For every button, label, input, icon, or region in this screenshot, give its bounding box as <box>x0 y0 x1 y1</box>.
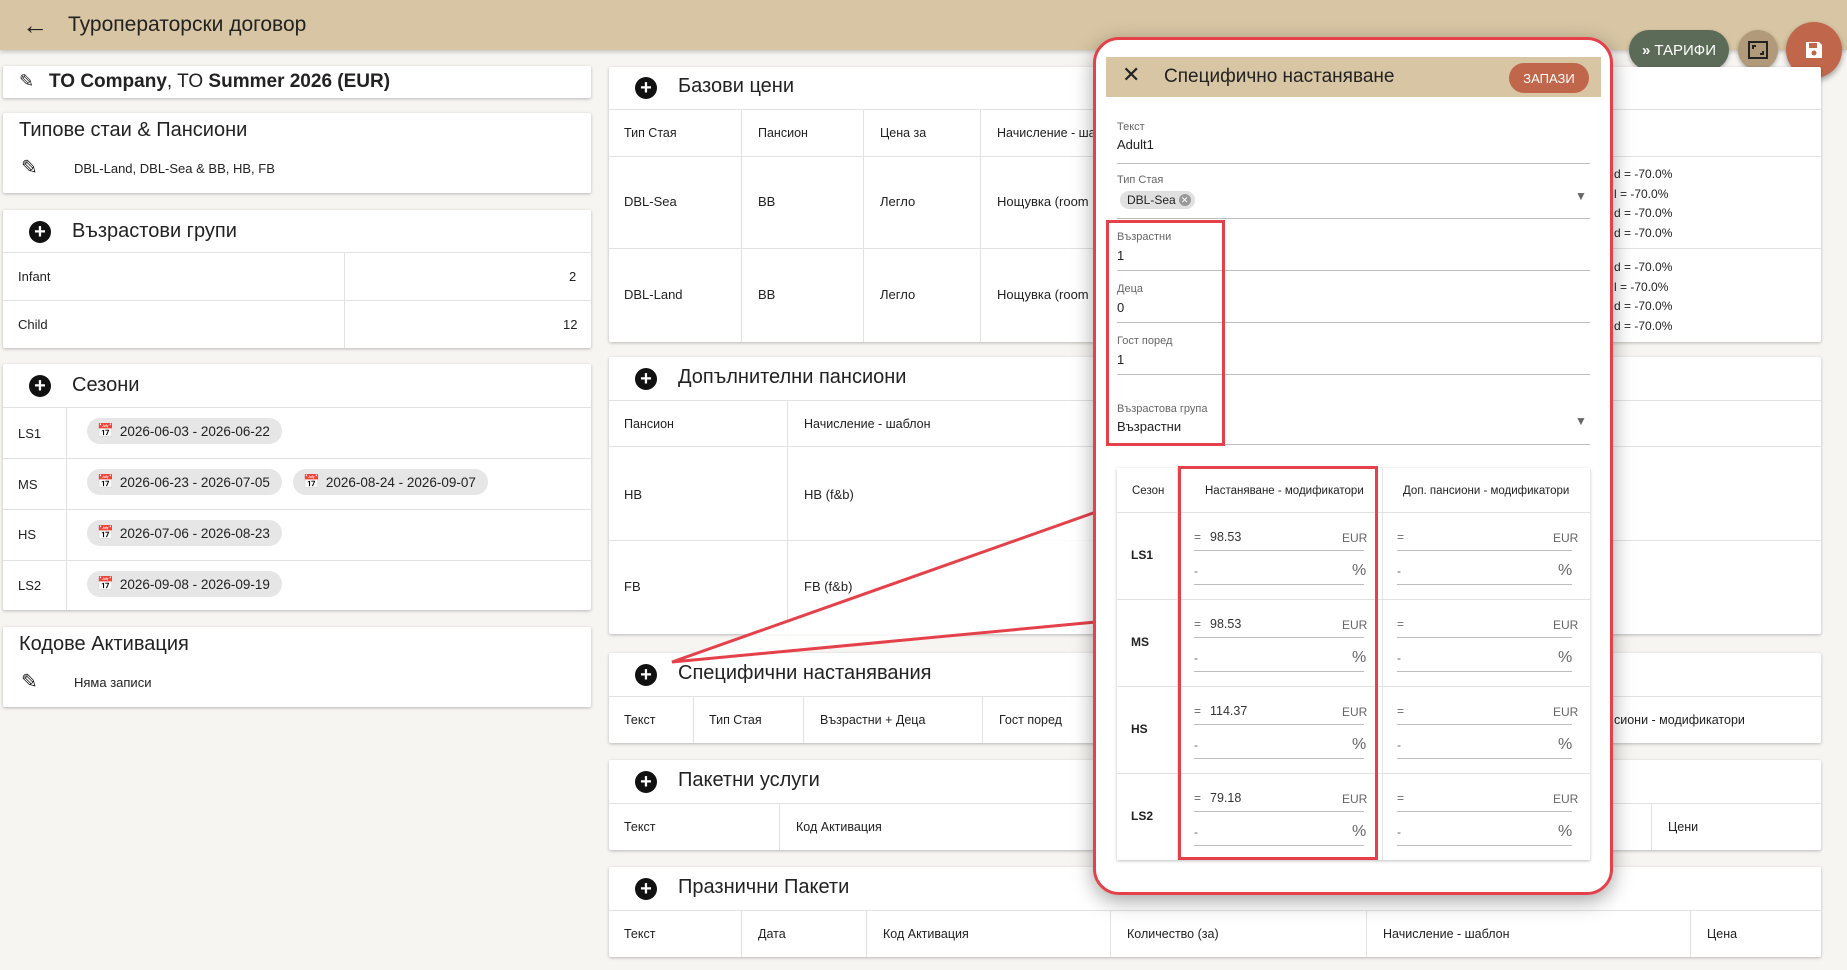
dialog-header: ✕ Специфично настаняване ЗАПАЗИ <box>1106 57 1601 97</box>
text-field-label: Текст <box>1117 121 1145 133</box>
text-field[interactable]: Adult1 <box>1117 137 1154 152</box>
grid-season: LS2 <box>1131 809 1154 823</box>
room-type-label: Тип Стая <box>1117 174 1164 186</box>
chevron-down-icon[interactable]: ▼ <box>1575 189 1587 203</box>
pct-input[interactable]: - <box>1397 738 1401 752</box>
pct-input[interactable]: - <box>1397 564 1401 578</box>
currency-label: EUR <box>1553 618 1579 632</box>
dialog-title: Специфично настаняване <box>1164 66 1395 87</box>
highlight-box <box>1106 220 1225 446</box>
percent-label: % <box>1558 562 1573 579</box>
grid-header: Доп. пансиони - модификатори <box>1403 485 1570 497</box>
highlight-box <box>1178 466 1378 860</box>
eq-sign: = <box>1397 791 1405 805</box>
dialog-save-button[interactable]: ЗАПАЗИ <box>1509 63 1589 93</box>
percent-label: % <box>1558 649 1573 666</box>
pct-input[interactable]: - <box>1397 825 1401 839</box>
pct-input[interactable]: - <box>1397 651 1401 665</box>
close-icon[interactable]: ✕ <box>1122 62 1140 88</box>
percent-label: % <box>1558 823 1573 840</box>
grid-season: MS <box>1131 635 1149 649</box>
eq-sign: = <box>1397 530 1405 544</box>
eq-sign: = <box>1397 617 1405 631</box>
room-type-chip[interactable]: DBL-Sea ✕ <box>1120 191 1195 209</box>
grid-header: Сезон <box>1132 485 1165 497</box>
chip-remove-icon[interactable]: ✕ <box>1178 194 1191 206</box>
currency-label: EUR <box>1553 705 1579 719</box>
grid-season: HS <box>1131 722 1148 736</box>
percent-label: % <box>1558 736 1573 753</box>
chevron-down-icon[interactable]: ▼ <box>1575 414 1587 428</box>
eq-sign: = <box>1397 704 1405 718</box>
grid-season: LS1 <box>1131 548 1154 562</box>
currency-label: EUR <box>1553 531 1579 545</box>
currency-label: EUR <box>1553 792 1579 806</box>
specific-accommodation-dialog: ✕ Специфично настаняване ЗАПАЗИ Текст Ad… <box>1093 37 1613 895</box>
